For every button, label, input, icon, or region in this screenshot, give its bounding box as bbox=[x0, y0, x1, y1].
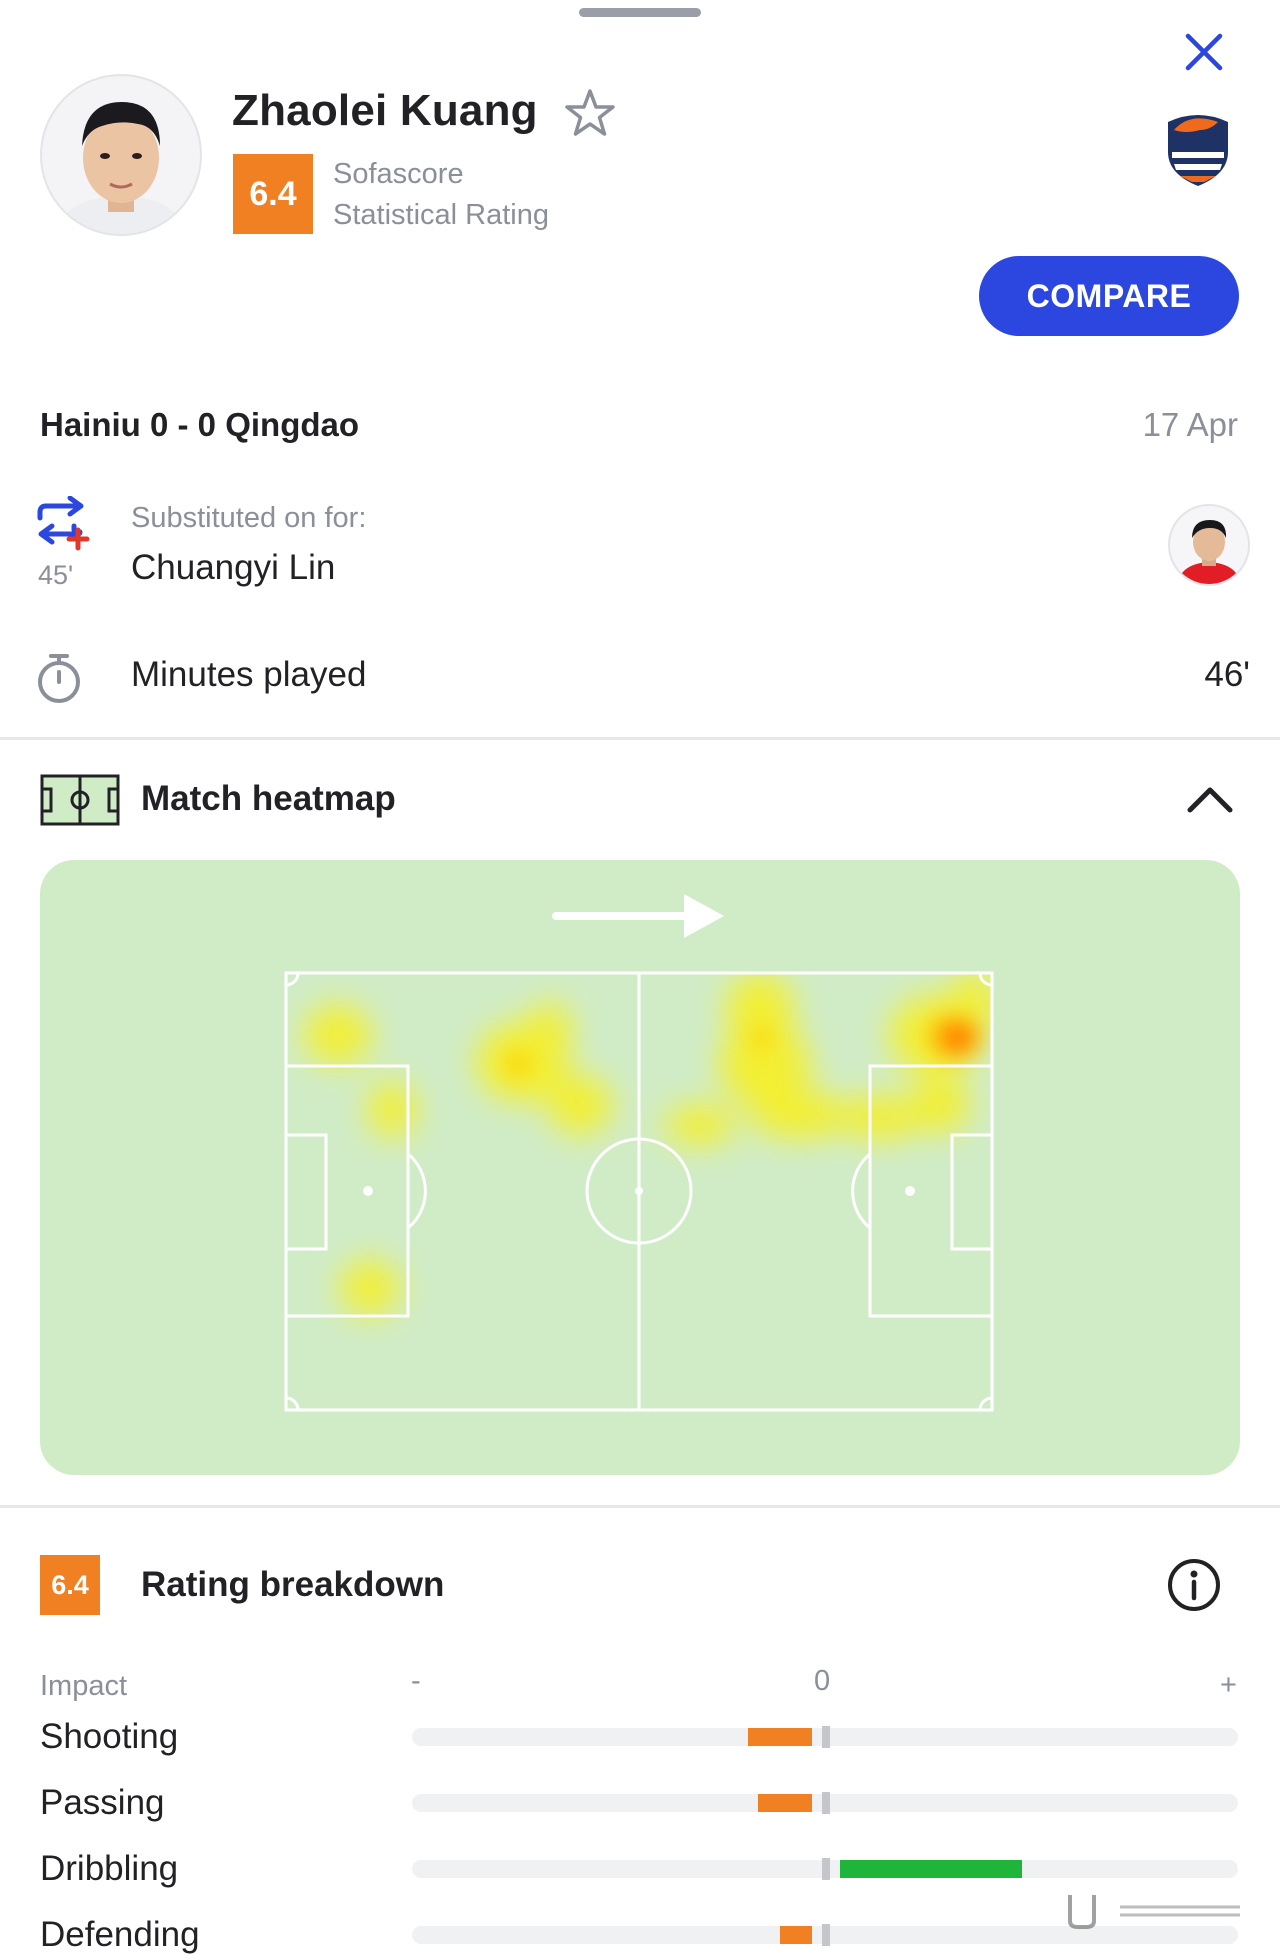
chevron-up-icon bbox=[1187, 787, 1233, 813]
zero-tick bbox=[822, 1792, 830, 1814]
pitch-icon bbox=[40, 774, 120, 826]
breakdown-label-defending: Defending bbox=[40, 1915, 200, 1954]
star-icon bbox=[565, 89, 615, 136]
substitution-minute: 45' bbox=[38, 560, 74, 590]
breakdown-bar-passing bbox=[758, 1794, 812, 1812]
breakdown-label-passing: Passing bbox=[40, 1783, 165, 1822]
impact-axis-minus: - bbox=[411, 1665, 421, 1697]
section-divider bbox=[0, 1505, 1280, 1508]
substituted-player-name[interactable]: Chuangyi Lin bbox=[131, 548, 335, 588]
rating-breakdown-title: Rating breakdown bbox=[141, 1565, 445, 1604]
rating-badge: 6.4 bbox=[233, 154, 313, 234]
impact-axis-label: Impact bbox=[40, 1670, 128, 1702]
breakdown-bar-dribbling bbox=[840, 1860, 1022, 1878]
minutes-played-label: Minutes played bbox=[131, 655, 367, 694]
watermark-logo bbox=[1060, 1885, 1250, 1935]
breakdown-label-dribbling: Dribbling bbox=[40, 1849, 179, 1888]
sheet-drag-handle[interactable] bbox=[579, 8, 701, 17]
favorite-button[interactable] bbox=[562, 86, 618, 142]
stopwatch-icon bbox=[34, 652, 84, 706]
rating-source-label: Sofascore bbox=[333, 158, 464, 190]
match-title[interactable]: Hainiu 0 - 0 Qingdao bbox=[40, 406, 359, 444]
info-icon bbox=[1168, 1559, 1220, 1611]
substituted-player-avatar[interactable] bbox=[1168, 504, 1250, 586]
breakdown-bar-defending bbox=[780, 1926, 812, 1944]
impact-axis-plus: + bbox=[1220, 1669, 1237, 1701]
section-divider bbox=[0, 737, 1280, 740]
heatmap-title: Match heatmap bbox=[141, 779, 396, 818]
compare-button[interactable]: COMPARE bbox=[979, 256, 1239, 336]
substitution-icon bbox=[34, 495, 90, 552]
impact-axis-zero: 0 bbox=[814, 1665, 831, 1697]
substitution-label: Substituted on for: bbox=[131, 502, 367, 534]
attack-direction-arrow bbox=[552, 894, 724, 938]
breakdown-bar-shooting bbox=[748, 1728, 812, 1746]
player-avatar bbox=[40, 74, 202, 236]
close-icon bbox=[1185, 33, 1223, 71]
match-date: 17 Apr bbox=[1142, 406, 1238, 443]
rating-info-button[interactable] bbox=[1165, 1556, 1223, 1614]
rating-breakdown-badge: 6.4 bbox=[40, 1555, 100, 1615]
rating-type-label: Statistical Rating bbox=[333, 199, 549, 231]
zero-tick bbox=[822, 1726, 830, 1748]
match-heatmap bbox=[40, 860, 1240, 1475]
minutes-played-value: 46' bbox=[1204, 655, 1250, 694]
close-button[interactable] bbox=[1172, 20, 1236, 84]
zero-tick bbox=[822, 1924, 830, 1946]
zero-tick bbox=[822, 1858, 830, 1880]
team-logo[interactable] bbox=[1160, 108, 1236, 188]
breakdown-label-shooting: Shooting bbox=[40, 1717, 179, 1756]
collapse-heatmap-button[interactable] bbox=[1180, 770, 1240, 830]
player-name: Zhaolei Kuang bbox=[232, 86, 538, 135]
